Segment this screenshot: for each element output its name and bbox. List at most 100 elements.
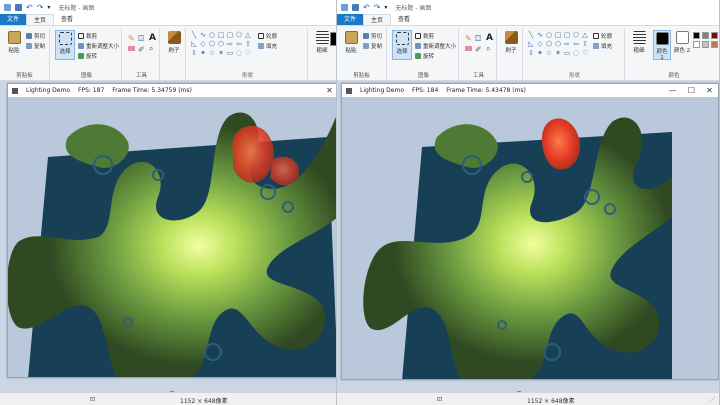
callout-rect-shape-icon[interactable]: ▭ bbox=[563, 49, 571, 57]
rotate-button[interactable]: 旋转 bbox=[415, 52, 434, 60]
save-icon[interactable] bbox=[15, 3, 22, 11]
pencil-icon[interactable]: ✎ bbox=[465, 34, 472, 43]
triangle-shape-icon[interactable]: △ bbox=[581, 31, 589, 39]
palette-color-black[interactable] bbox=[693, 32, 700, 39]
redo-icon[interactable]: ↷ bbox=[374, 3, 381, 12]
color-picker-icon[interactable]: ✐ bbox=[138, 45, 145, 54]
size-button[interactable]: 粗细 bbox=[629, 30, 649, 60]
magnifier-icon[interactable]: ⌕ bbox=[486, 44, 490, 54]
undo-icon[interactable]: ↶ bbox=[26, 3, 33, 12]
color-picker-icon[interactable]: ✐ bbox=[475, 45, 482, 54]
cut-button[interactable]: 剪切 bbox=[363, 32, 382, 40]
minimize-button[interactable]: — bbox=[666, 84, 679, 97]
tab-file[interactable]: 文件 bbox=[0, 14, 27, 25]
rectangle-shape-icon[interactable]: □ bbox=[217, 31, 225, 39]
save-icon[interactable] bbox=[352, 3, 359, 11]
right-triangle-shape-icon[interactable]: ◺ bbox=[190, 40, 198, 48]
star-five-shape-icon[interactable]: ☆ bbox=[208, 49, 216, 57]
hexagon-shape-icon[interactable]: ⬡ bbox=[217, 40, 225, 48]
star-six-shape-icon[interactable]: ✶ bbox=[554, 49, 562, 57]
tab-view[interactable]: 查看 bbox=[54, 14, 80, 25]
eraser-icon[interactable] bbox=[465, 46, 472, 51]
paste-button[interactable]: 粘贴 bbox=[4, 30, 24, 60]
star-five-shape-icon[interactable]: ☆ bbox=[545, 49, 553, 57]
palette-color-lightgray[interactable] bbox=[702, 41, 709, 48]
outline-button[interactable]: 轮廓 bbox=[258, 32, 277, 40]
arrow-left-shape-icon[interactable]: ⇦ bbox=[572, 40, 580, 48]
fill-bucket-icon[interactable]: ⛋ bbox=[138, 34, 144, 44]
curve-shape-icon[interactable]: ∿ bbox=[199, 31, 207, 39]
close-button[interactable]: ✕ bbox=[323, 84, 336, 97]
arrow-up-shape-icon[interactable]: ⇧ bbox=[244, 40, 252, 48]
crop-button[interactable]: 裁剪 bbox=[78, 32, 97, 40]
quick-access-dropdown-icon[interactable]: ▾ bbox=[384, 4, 387, 11]
color2-button[interactable]: 颜色 2 bbox=[673, 30, 691, 60]
brush-button[interactable]: 刷子 bbox=[501, 30, 521, 60]
arrow-up-shape-icon[interactable]: ⇧ bbox=[581, 40, 589, 48]
rotate-button[interactable]: 旋转 bbox=[78, 52, 97, 60]
select-button[interactable]: 选择 bbox=[392, 30, 412, 60]
lighting-demo-window-left[interactable]: Lighting Demo FPS: 187 Frame Time: 5.347… bbox=[7, 83, 337, 378]
callout-rect-shape-icon[interactable]: ▭ bbox=[226, 49, 234, 57]
eraser-icon[interactable] bbox=[128, 46, 135, 51]
diamond-shape-icon[interactable]: ◇ bbox=[199, 40, 207, 48]
paint-canvas-area[interactable]: Lighting Demo FPS: 184 Frame Time: 5.434… bbox=[337, 81, 719, 395]
hexagon-shape-icon[interactable]: ⬡ bbox=[554, 40, 562, 48]
arrow-down-shape-icon[interactable]: ⇩ bbox=[527, 49, 535, 57]
callout-oval-shape-icon[interactable]: ◌ bbox=[235, 49, 243, 57]
copy-button[interactable]: 复制 bbox=[26, 42, 45, 50]
arrow-down-shape-icon[interactable]: ⇩ bbox=[190, 49, 198, 57]
magnifier-icon[interactable]: ⌕ bbox=[149, 44, 153, 54]
triangle-shape-icon[interactable]: △ bbox=[244, 31, 252, 39]
select-button[interactable]: 选择 bbox=[55, 30, 75, 60]
quick-access-dropdown-icon[interactable]: ▾ bbox=[47, 4, 50, 11]
right-triangle-shape-icon[interactable]: ◺ bbox=[527, 40, 535, 48]
color1-button[interactable]: 颜色 1 bbox=[653, 30, 671, 61]
oval-shape-icon[interactable]: ○ bbox=[545, 31, 553, 39]
lighting-demo-window-right[interactable]: Lighting Demo FPS: 184 Frame Time: 5.434… bbox=[341, 83, 719, 380]
rectangle-shape-icon[interactable]: □ bbox=[554, 31, 562, 39]
line-shape-icon[interactable]: ╲ bbox=[190, 31, 198, 39]
redo-icon[interactable]: ↷ bbox=[37, 3, 44, 12]
render-viewport-right[interactable] bbox=[342, 97, 718, 379]
star-four-shape-icon[interactable]: ✦ bbox=[536, 49, 544, 57]
tab-home[interactable]: 主页 bbox=[26, 14, 55, 25]
pencil-icon[interactable]: ✎ bbox=[128, 34, 135, 43]
fill-button[interactable]: 填充 bbox=[593, 42, 612, 50]
tab-view[interactable]: 查看 bbox=[391, 14, 417, 25]
maximize-button[interactable]: ☐ bbox=[685, 84, 698, 97]
size-button[interactable]: 粗细 bbox=[312, 30, 332, 60]
pentagon-shape-icon[interactable]: ⬠ bbox=[545, 40, 553, 48]
fill-button[interactable]: 填充 bbox=[258, 42, 277, 50]
fill-bucket-icon[interactable]: ⛋ bbox=[475, 34, 481, 44]
arrow-right-shape-icon[interactable]: ⇨ bbox=[226, 40, 234, 48]
tab-home[interactable]: 主页 bbox=[363, 14, 392, 25]
curve-shape-icon[interactable]: ∿ bbox=[536, 31, 544, 39]
line-shape-icon[interactable]: ╲ bbox=[527, 31, 535, 39]
undo-icon[interactable]: ↶ bbox=[363, 3, 370, 12]
render-viewport-left[interactable] bbox=[8, 97, 336, 377]
copy-button[interactable]: 复制 bbox=[363, 42, 382, 50]
polygon-shape-icon[interactable]: ⬠ bbox=[572, 31, 580, 39]
palette-color-brown[interactable] bbox=[711, 41, 718, 48]
rounded-rectangle-shape-icon[interactable]: ▢ bbox=[226, 31, 234, 39]
oval-shape-icon[interactable]: ○ bbox=[208, 31, 216, 39]
callout-oval-shape-icon[interactable]: ◌ bbox=[572, 49, 580, 57]
arrow-right-shape-icon[interactable]: ⇨ bbox=[563, 40, 571, 48]
palette-color-darkred[interactable] bbox=[711, 32, 718, 39]
resize-button[interactable]: 重新调整大小 bbox=[415, 42, 456, 50]
rounded-rectangle-shape-icon[interactable]: ▢ bbox=[563, 31, 571, 39]
outline-button[interactable]: 轮廓 bbox=[593, 32, 612, 40]
cut-button[interactable]: 剪切 bbox=[26, 32, 45, 40]
heart-shape-icon[interactable]: ♡ bbox=[581, 49, 589, 57]
palette-color-white[interactable] bbox=[693, 41, 700, 48]
polygon-shape-icon[interactable]: ⬠ bbox=[235, 31, 243, 39]
close-button[interactable]: ✕ bbox=[703, 84, 716, 97]
arrow-left-shape-icon[interactable]: ⇦ bbox=[235, 40, 243, 48]
paint-canvas-area[interactable]: Lighting Demo FPS: 187 Frame Time: 5.347… bbox=[0, 81, 339, 395]
text-tool-icon[interactable]: A bbox=[149, 33, 156, 43]
star-four-shape-icon[interactable]: ✦ bbox=[199, 49, 207, 57]
star-six-shape-icon[interactable]: ✶ bbox=[217, 49, 225, 57]
resize-grip-icon[interactable]: ⋰ bbox=[709, 396, 715, 403]
palette-color-gray[interactable] bbox=[702, 32, 709, 39]
